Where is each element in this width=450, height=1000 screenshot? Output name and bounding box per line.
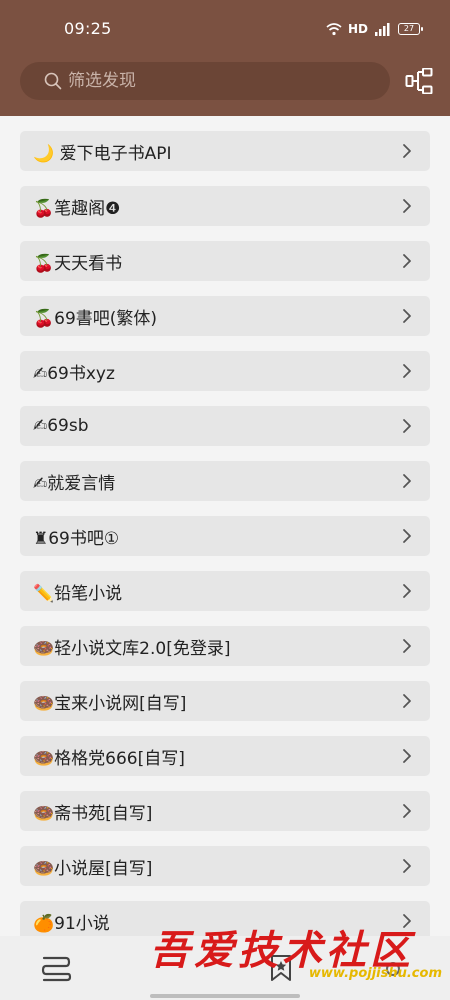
- home-indicator[interactable]: [150, 994, 300, 998]
- list-item-label: 🍩宝来小说网[自写]: [33, 693, 187, 714]
- list-item[interactable]: 🍩宝来小说网[自写]: [20, 681, 430, 721]
- chevron-right-icon: [403, 639, 411, 653]
- search-input[interactable]: [68, 71, 368, 91]
- chevron-right-icon: [403, 474, 411, 488]
- chevron-right-icon: [403, 529, 411, 543]
- chevron-right-icon: [403, 804, 411, 818]
- list-item-label: 🍩小说屋[自写]: [33, 858, 153, 879]
- group-icon[interactable]: [405, 68, 433, 94]
- list-item[interactable]: ✍69sb: [20, 406, 430, 446]
- list-item-label: 🍩轻小说文库2.0[免登录]: [33, 638, 231, 659]
- chevron-right-icon: [403, 859, 411, 873]
- list-item[interactable]: ✍69书xyz: [20, 351, 430, 391]
- status-time: 09:25: [64, 19, 112, 38]
- list-item[interactable]: 🍒笔趣阁❹: [20, 186, 430, 226]
- list-item-label: 🍒天天看书: [33, 253, 123, 274]
- list-item[interactable]: 🌙 爱下电子书API: [20, 131, 430, 171]
- profile-icon[interactable]: [382, 958, 404, 980]
- list-item[interactable]: ✏️铅笔小说: [20, 571, 430, 611]
- chevron-right-icon: [403, 584, 411, 598]
- list-item[interactable]: 🍩小说屋[自写]: [20, 846, 430, 886]
- chevron-right-icon: [403, 144, 411, 158]
- signal-icon: [375, 23, 390, 36]
- battery-icon: 27: [398, 23, 423, 35]
- list-item-label: 🍒69書吧(繁体): [33, 308, 158, 329]
- search-box[interactable]: [20, 62, 390, 100]
- list-item-label: 🍩格格党666[自写]: [33, 748, 185, 769]
- list-item[interactable]: 🍒69書吧(繁体): [20, 296, 430, 336]
- list-item-label: 🍩斋书苑[自写]: [33, 803, 153, 824]
- source-list: 🌙 爱下电子书API 🍒笔趣阁❹ 🍒天天看书 🍒69書吧(繁体) ✍69书xyz ✍69s…: [20, 131, 430, 956]
- list-item[interactable]: 🍩轻小说文库2.0[免登录]: [20, 626, 430, 666]
- status-icons: HD 27: [326, 19, 423, 39]
- list-item[interactable]: 🍊91小说: [20, 901, 430, 941]
- chevron-right-icon: [403, 694, 411, 708]
- list-item-label: ✏️铅笔小说: [33, 583, 123, 604]
- list-item-label: 🍊91小说: [33, 913, 110, 934]
- search-icon: [44, 72, 62, 90]
- chevron-right-icon: [403, 749, 411, 763]
- chevron-right-icon: [403, 419, 411, 433]
- list-item-label: ✍69书xyz: [33, 363, 115, 384]
- wifi-icon: [326, 23, 342, 36]
- bookshelf-icon[interactable]: [40, 956, 72, 982]
- chevron-right-icon: [403, 364, 411, 378]
- list-item-label: 🌙 爱下电子书API: [33, 143, 172, 164]
- list-item[interactable]: ♜69书吧①: [20, 516, 430, 556]
- bookmark-icon[interactable]: [268, 954, 294, 982]
- chevron-right-icon: [403, 914, 411, 928]
- list-item[interactable]: 🍩斋书苑[自写]: [20, 791, 430, 831]
- list-item[interactable]: 🍩格格党666[自写]: [20, 736, 430, 776]
- list-item[interactable]: ✍就爱言情: [20, 461, 430, 501]
- bottom-nav: [0, 936, 450, 1000]
- chevron-right-icon: [403, 199, 411, 213]
- list-item[interactable]: 🍒天天看书: [20, 241, 430, 281]
- list-item-label: ✍69sb: [33, 416, 89, 436]
- battery-level: 27: [403, 24, 415, 33]
- list-item-label: ✍就爱言情: [33, 473, 116, 494]
- chevron-right-icon: [403, 309, 411, 323]
- list-item-label: 🍒笔趣阁❹: [33, 198, 121, 219]
- chevron-right-icon: [403, 254, 411, 268]
- network-type: HD: [347, 22, 368, 36]
- app-header: 09:25 HD 27: [0, 0, 450, 116]
- list-item-label: ♜69书吧①: [33, 528, 120, 549]
